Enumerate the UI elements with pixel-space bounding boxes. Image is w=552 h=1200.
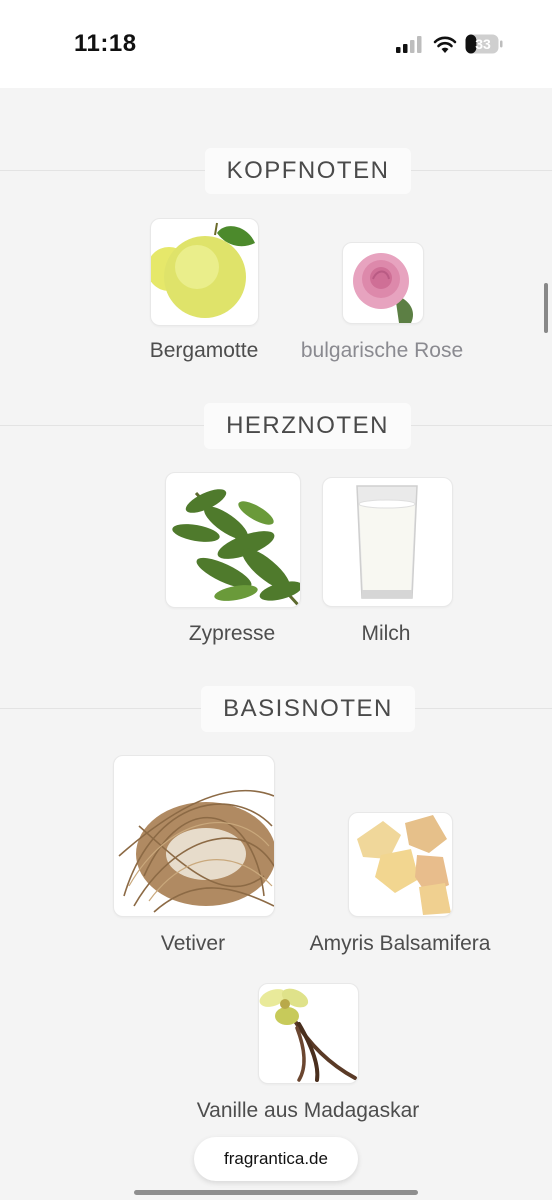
- scrollbar[interactable]: [544, 283, 548, 333]
- vetiver-roots-image[interactable]: [113, 755, 275, 917]
- bergamot-image[interactable]: [150, 218, 259, 326]
- section-title-herznoten: HERZNOTEN: [204, 403, 411, 449]
- cellular-signal-icon: [396, 36, 422, 53]
- rose-image[interactable]: [342, 242, 424, 324]
- note-label-bulgarische-rose: bulgarische Rose: [300, 339, 464, 362]
- note-label-amyris-balsamifera: Amyris Balsamifera: [309, 932, 491, 955]
- section-title-kopfnoten: KOPFNOTEN: [205, 148, 411, 194]
- battery-percent: 33: [475, 36, 491, 52]
- section-title-basisnoten: BASISNOTEN: [201, 686, 415, 732]
- wifi-icon: [433, 36, 457, 53]
- note-label-bergamotte: Bergamotte: [149, 339, 259, 362]
- note-label-milch: Milch: [361, 622, 411, 645]
- site-url-pill[interactable]: fragrantica.de: [194, 1137, 358, 1181]
- note-label-vetiver: Vetiver: [160, 932, 226, 955]
- note-label-vanille-aus-madagaskar: Vanille aus Madagaskar: [196, 1099, 420, 1122]
- milk-glass-image[interactable]: [322, 477, 453, 607]
- vanilla-image[interactable]: [258, 983, 359, 1084]
- home-indicator[interactable]: [134, 1190, 418, 1195]
- cypress-image[interactable]: [165, 472, 301, 608]
- amyris-resin-image[interactable]: [348, 812, 453, 917]
- note-label-zypresse: Zypresse: [188, 622, 276, 645]
- status-time: 11:18: [74, 30, 137, 57]
